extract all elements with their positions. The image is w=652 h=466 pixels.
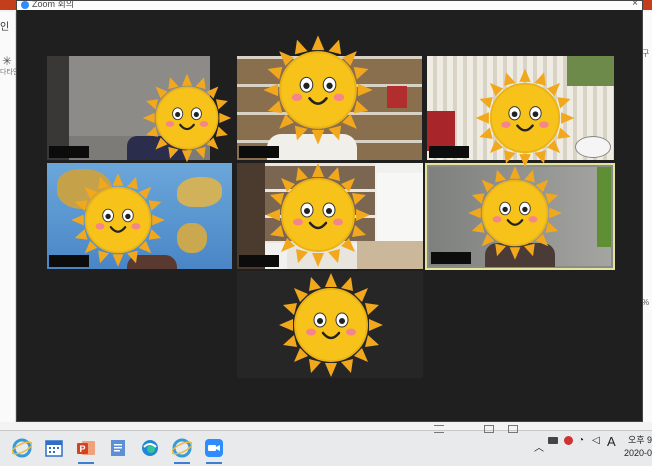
wifi-icon[interactable]: ◔ [578,435,584,446]
participant-name-tag [49,146,89,158]
powerpoint-icon[interactable]: P [72,434,100,464]
background-app-right-label-2: % [642,298,650,307]
hair [485,243,555,267]
system-tray: ︿ ◔ ◁ A 오후 9 2020-0 [432,425,652,466]
participant-name-tag [431,252,471,264]
window-icon[interactable] [484,425,494,433]
participant-video-tile[interactable] [237,163,423,269]
calendar-icon[interactable] [40,434,68,462]
zoom-icon[interactable] [200,434,228,464]
internet-explorer-icon[interactable] [8,434,36,462]
participant-video-tile[interactable] [237,271,423,378]
wall [69,56,210,136]
word-doc-icon[interactable] [104,434,132,462]
bookshelf [265,163,375,243]
participant-video-tile[interactable] [47,56,210,160]
volume-icon[interactable]: ◁ [592,435,600,446]
wall [377,173,423,243]
clock-date[interactable]: 2020-0 [624,448,652,458]
hair [127,255,177,269]
sparkle-icon: ✳ [2,54,13,68]
clock-time[interactable]: 오후 9 [628,433,652,446]
continent [177,177,222,207]
participant-video-tile[interactable] [47,163,232,269]
plant [567,56,614,86]
participant-name-tag [239,255,279,267]
background-app-left-panel: 인 ✳ 다타인 [0,12,16,422]
participant-name-tag [429,146,469,158]
background-app-right-label: 구 [642,49,650,58]
active-speaker-video-tile[interactable] [425,163,615,270]
window-title: Zoom 회의 [32,0,75,9]
fan [575,136,611,158]
antivirus-icon[interactable] [564,436,573,445]
chevron-up-icon[interactable]: ︿ [534,439,544,454]
window-titlebar[interactable]: Zoom 회의 × [17,0,642,10]
svg-text:P: P [79,444,85,454]
ime-indicator[interactable]: A [607,434,616,449]
background-app-label: 인 [0,22,10,33]
zoom-logo-icon [21,1,29,9]
participant-name-tag [239,146,279,158]
internet-explorer-icon-2[interactable] [168,434,196,464]
background-app-right-panel: 구 % [642,12,652,422]
red-book [387,86,407,108]
desk [357,241,423,269]
participant-video-tile[interactable] [237,56,422,160]
continent [57,169,112,209]
battery-icon[interactable] [548,437,558,444]
wall-edge [47,56,69,160]
plant [597,167,611,247]
shirt [127,136,187,160]
zoom-meeting-window: Zoom 회의 × [16,0,643,422]
door [237,163,265,269]
continent [177,223,207,253]
red-bag [427,111,455,151]
window-icon[interactable] [508,425,518,433]
participant-video-tile[interactable] [427,56,614,160]
close-button[interactable]: × [632,0,638,9]
windows-taskbar: P ︿ ◔ ◁ A 오후 9 2020-0 [0,425,652,466]
shirt [267,134,357,160]
shirt [287,243,357,269]
background-app-sublabel: 다타인 [0,69,16,76]
notification-lines-icon [434,425,444,433]
participant-name-tag [49,255,89,267]
edge-icon[interactable] [136,434,164,462]
